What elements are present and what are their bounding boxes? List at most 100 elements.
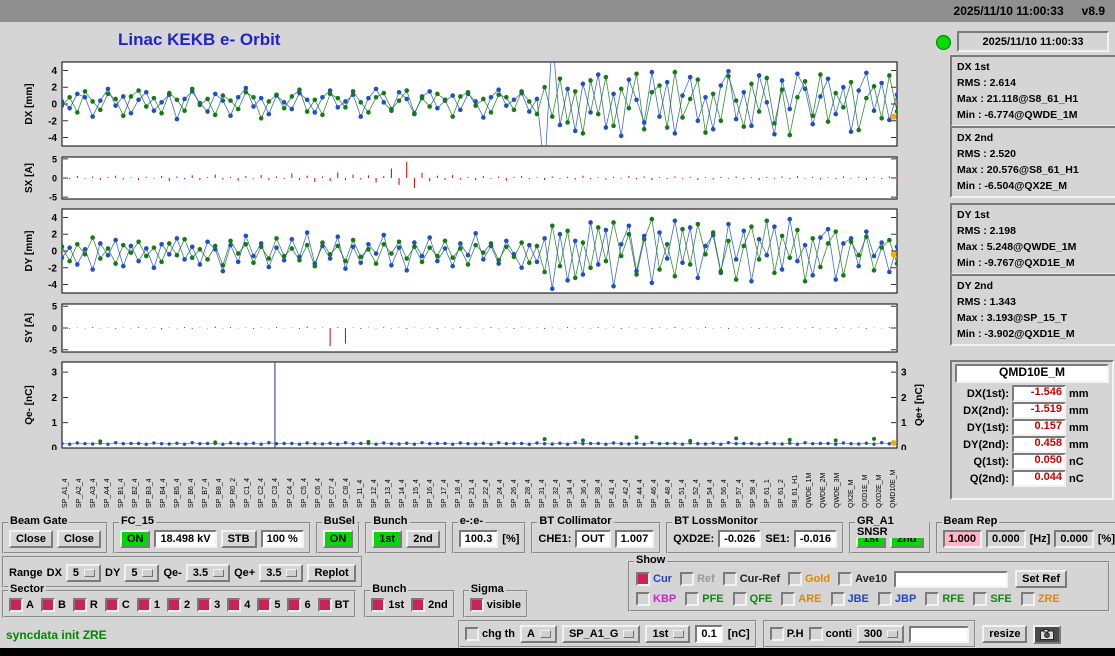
dropdown-arrow-icon [286,569,298,577]
sector-3-item[interactable]: 3 [197,598,220,612]
sector-3-checkbox[interactable] [197,598,212,612]
show-gold-item[interactable]: Gold [788,572,830,586]
sector-a-checkbox[interactable] [9,598,23,612]
sector-bt-item[interactable]: BT [317,598,349,612]
group-label: BuSel [321,515,357,527]
sector-6-label: 6 [304,599,311,611]
show-jbp-checkbox[interactable] [877,592,892,606]
svg-text:Qe- [nC]: Qe- [nC] [24,385,35,424]
sector-6-checkbox[interactable] [287,598,302,612]
ph-item[interactable]: P.H [769,627,804,641]
range-qep-select[interactable]: 3.5 [259,564,304,582]
fc15-stb-button[interactable]: STB [220,530,257,548]
sigma-visible-checkbox[interactable] [469,598,484,612]
chg-th-checkbox[interactable] [465,627,479,641]
set-ref-button[interactable]: Set Ref [1015,570,1068,588]
show-rfe-item[interactable]: RFE [925,592,964,606]
interval-select[interactable]: 300 [856,625,905,643]
show-pfe-item[interactable]: PFE [685,592,724,606]
show-ref-checkbox[interactable] [679,572,694,586]
sector-4-item[interactable]: 4 [227,598,250,612]
show-kbp-item[interactable]: KBP [636,592,676,606]
resize-button[interactable]: resize [982,625,1028,643]
dy-plot: 4 2 0 -2 -4 DY [mm] [24,208,898,294]
show-gold-label: Gold [805,573,831,585]
range-dx-label: DX [46,567,62,579]
fc15-on-button[interactable]: ON [119,530,151,548]
sector-4-checkbox[interactable] [227,598,242,612]
x-axis-label: QMD10E_M [889,469,897,508]
show-rfe-checkbox[interactable] [925,592,940,606]
sector-5-item[interactable]: 5 [257,598,280,612]
screenshot-button[interactable] [1033,624,1062,644]
svg-text:0: 0 [51,444,57,451]
beam-gate-close-button-1[interactable]: Close [9,530,53,548]
sector-r-item[interactable]: R [72,598,98,612]
ref-name-input[interactable] [894,570,1009,588]
bunch-filter-1st-item[interactable]: 1st [371,598,404,612]
show-gold-checkbox[interactable] [788,572,803,586]
chg-th-item[interactable]: chg th [465,627,515,641]
sector-select[interactable]: A [520,625,557,643]
bunch-1st-button[interactable]: 1st [372,530,403,548]
show-sfe-checkbox[interactable] [973,592,988,606]
conti-checkbox[interactable] [808,627,823,641]
sector-bt-checkbox[interactable] [317,598,332,612]
show-cur-ref-checkbox[interactable] [722,572,737,586]
show-qfe-checkbox[interactable] [732,592,747,606]
sector-r-checkbox[interactable] [72,598,87,612]
conti-item[interactable]: conti [808,627,852,641]
x-axis-label: SP_B1_4 [118,478,126,508]
sector-c-checkbox[interactable] [104,598,119,612]
show-sfe-item[interactable]: SFE [973,592,1012,606]
show-are-checkbox[interactable] [781,592,796,606]
bunch-filter-2nd-checkbox[interactable] [411,598,426,612]
range-dx-select[interactable]: 5 [65,564,102,582]
ph-checkbox[interactable] [769,627,784,641]
show-cur-ref-item[interactable]: Cur-Ref [722,572,780,586]
show-zre-item[interactable]: ZRE [1020,592,1060,606]
busel-on-button[interactable]: ON [322,530,354,548]
show-zre-checkbox[interactable] [1020,592,1035,606]
replot-button[interactable]: Replot [307,564,356,582]
show-cur-item[interactable]: Cur [636,572,672,586]
range-qem-select[interactable]: 3.5 [185,564,231,582]
show-pfe-checkbox[interactable] [685,592,700,606]
show-jbe-item[interactable]: JBE [830,592,869,606]
show-are-item[interactable]: ARE [781,592,822,606]
sector-c-item[interactable]: C [104,598,130,612]
sector-b-checkbox[interactable] [40,598,55,612]
show-row-1: Cur Ref Cur-Ref Gold Ave10 Set Ref [636,570,1068,588]
interval-input[interactable] [909,625,970,643]
sector-a-item[interactable]: A [9,598,34,612]
sector-2-item[interactable]: 2 [166,598,190,612]
beam-gate-close-button-2[interactable]: Close [56,530,101,548]
sigma-visible-item[interactable]: visible [469,598,521,612]
sector-2-checkbox[interactable] [166,598,181,612]
show-kbp-checkbox[interactable] [636,592,650,606]
sector-6-item[interactable]: 6 [287,598,311,612]
show-cur-checkbox[interactable] [636,572,650,586]
sector-b-item[interactable]: B [40,598,66,612]
show-jbe-checkbox[interactable] [830,592,845,606]
sector-1-checkbox[interactable] [136,598,151,612]
sector-1-item[interactable]: 1 [136,598,160,612]
show-jbp-item[interactable]: JBP [877,592,916,606]
x-axis-label: SP_16_4 [426,479,434,508]
range-dy-select[interactable]: 5 [124,564,160,582]
bunch-2nd-button[interactable]: 2nd [406,530,440,548]
show-qfe-item[interactable]: QFE [732,592,772,606]
svg-text:3: 3 [901,368,907,379]
show-ref-item[interactable]: Ref [679,572,715,586]
show-ave10-item[interactable]: Ave10 [838,572,887,586]
x-axis-label: QWDE_2M [819,472,827,508]
sy-plot: 5 0 -5 SY [A] [24,302,898,354]
svg-text:-2: -2 [48,263,57,274]
monitor-select[interactable]: SP_A1_G [561,625,641,643]
bunch-filter-1st-checkbox[interactable] [371,598,386,612]
bunch-select-dropdown[interactable]: 1st [645,625,691,643]
sector-5-checkbox[interactable] [257,598,272,612]
show-are-label: ARE [798,593,822,605]
bunch-filter-2nd-item[interactable]: 2nd [411,598,448,612]
show-ave10-checkbox[interactable] [838,572,853,586]
